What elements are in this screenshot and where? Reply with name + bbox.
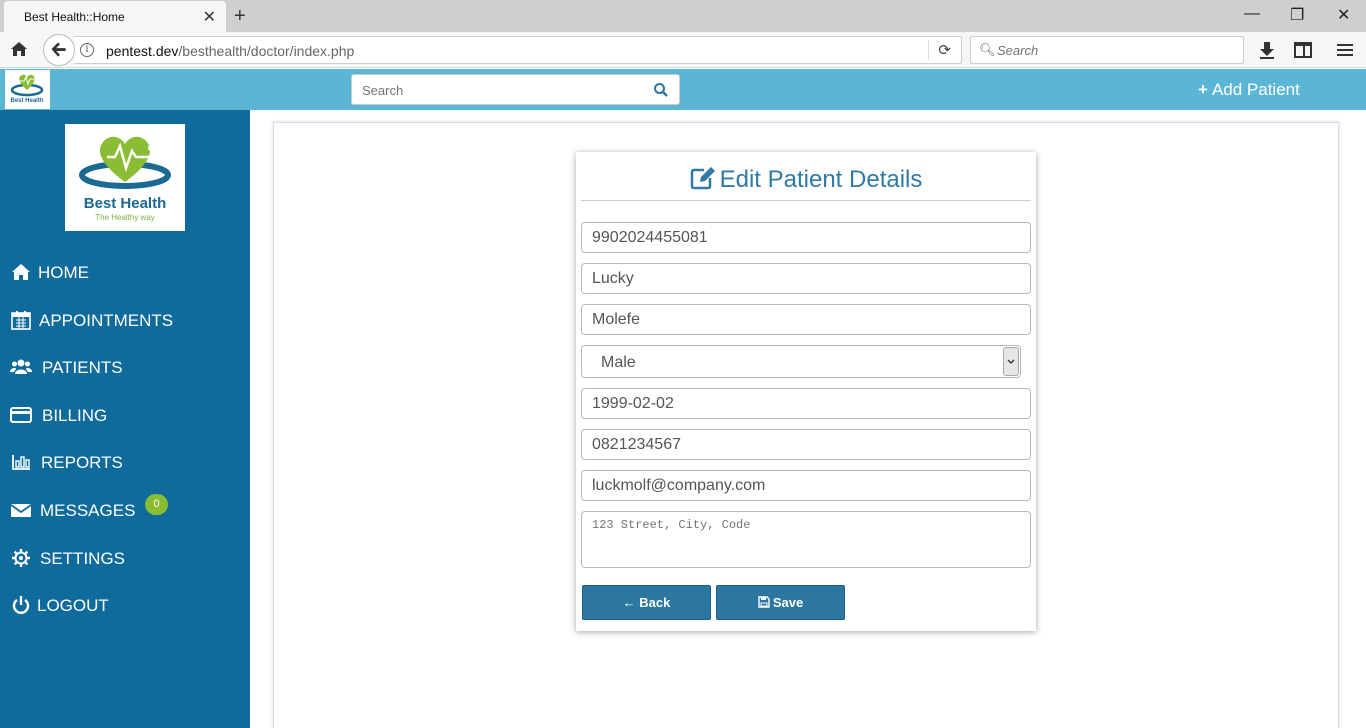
svg-text:Best Health: Best Health <box>10 98 43 104</box>
users-icon <box>10 359 32 374</box>
browser-nav-bar: i pentest.dev/besthealth/doctor/index.ph… <box>0 32 1366 68</box>
app-header: Best Health +Add Patient <box>0 69 1366 110</box>
back-button[interactable]: ← Back <box>582 585 711 620</box>
form-title: Edit Patient Details <box>576 166 1036 194</box>
minimize-icon[interactable]: — <box>1244 5 1260 23</box>
sidebar-item-label: HOME <box>38 263 89 282</box>
header-logo[interactable]: Best Health <box>5 70 50 109</box>
app-search-box[interactable] <box>351 74 680 105</box>
add-patient-button[interactable]: + Add Patient <box>1198 80 1300 100</box>
gender-select[interactable]: Male <box>581 345 1021 378</box>
phone-field[interactable]: 0821234567 <box>581 429 1031 460</box>
bar-chart-icon <box>12 455 30 470</box>
sidebar-item-label: REPORTS <box>41 453 123 472</box>
new-tab-icon[interactable]: + <box>234 5 246 28</box>
gender-select-value: Male <box>601 354 636 371</box>
browser-search-bar[interactable]: 🔍︎ <box>970 36 1244 64</box>
id-number-field[interactable]: 9902024455081 <box>581 222 1031 253</box>
heart-logo-icon <box>79 136 171 189</box>
home-icon <box>12 264 30 280</box>
save-button-label: Save <box>772 595 804 610</box>
edit-icon <box>690 167 715 190</box>
gear-icon <box>12 549 30 567</box>
browser-tab[interactable]: Best Health::Home ✕ <box>4 1 226 32</box>
brand-name: Best Health <box>83 195 167 212</box>
url-bar[interactable]: i pentest.dev/besthealth/doctor/index.ph… <box>74 36 962 64</box>
brand-tagline: The Healthy way <box>95 213 155 222</box>
sidebar-item-label: BILLING <box>42 406 108 425</box>
add-patient-label: Add Patient <box>1211 80 1300 99</box>
browser-home-icon[interactable] <box>10 40 28 58</box>
floppy-disk-icon <box>758 596 770 608</box>
sidebar-item-label: MESSAGES <box>40 501 136 520</box>
site-info-icon[interactable]: i <box>80 43 94 57</box>
back-button-label: ← Back <box>622 595 671 610</box>
dob-field[interactable]: 1999-02-02 <box>581 388 1031 419</box>
email-field[interactable]: luckmolf@company.com <box>581 470 1031 501</box>
calendar-icon <box>11 311 31 330</box>
chevron-down-icon[interactable] <box>1003 347 1019 376</box>
browser-tab-bar: Best Health::Home ✕ + — ❐ ✕ <box>0 0 1366 32</box>
search-icon: 🔍︎ <box>979 42 996 57</box>
messages-count-badge: 0 <box>145 494 168 515</box>
search-icon[interactable] <box>653 82 669 98</box>
app-search-input[interactable] <box>362 82 642 98</box>
title-divider <box>581 200 1031 201</box>
browser-back-button[interactable] <box>43 34 75 66</box>
restore-icon[interactable]: ❐ <box>1290 5 1304 25</box>
browser-search-input[interactable] <box>997 41 1227 59</box>
credit-card-icon <box>10 407 32 423</box>
sidebar-item-label: APPOINTMENTS <box>39 311 174 330</box>
url-separator <box>928 40 929 60</box>
edit-patient-form: Edit Patient Details 9902024455081 Lucky… <box>576 152 1036 631</box>
save-button[interactable]: Save <box>716 585 845 620</box>
sidebar-item-label: SETTINGS <box>40 549 126 568</box>
power-icon <box>12 596 30 614</box>
sidebar-item-label: PATIENTS <box>42 358 123 377</box>
logo-icon: Best Health <box>10 74 44 104</box>
tab-title: Best Health::Home <box>24 10 125 24</box>
first-name-field[interactable]: Lucky <box>581 263 1031 294</box>
form-title-text: Edit Patient Details <box>719 166 923 193</box>
address-textarea[interactable] <box>581 511 1031 568</box>
window-close-icon[interactable]: ✕ <box>1337 5 1350 25</box>
reload-icon[interactable]: ⟳ <box>938 41 951 59</box>
last-name-field[interactable]: Molefe <box>581 304 1031 335</box>
tab-close-icon[interactable]: ✕ <box>203 7 216 27</box>
download-icon[interactable] <box>1257 40 1277 60</box>
sidebar: Best Health The Healthy way HOME APPOINT… <box>0 110 250 728</box>
sidebar-item-label: LOGOUT <box>37 596 109 615</box>
envelope-icon <box>10 504 32 517</box>
plus-icon: + <box>1198 80 1208 99</box>
sidebar-toggle-icon[interactable] <box>1293 40 1313 60</box>
back-arrow-icon <box>51 42 66 57</box>
sidebar-logo[interactable]: Best Health The Healthy way <box>65 124 185 231</box>
menu-icon[interactable] <box>1335 40 1355 60</box>
url-text[interactable]: pentest.dev/besthealth/doctor/index.php <box>106 43 354 59</box>
